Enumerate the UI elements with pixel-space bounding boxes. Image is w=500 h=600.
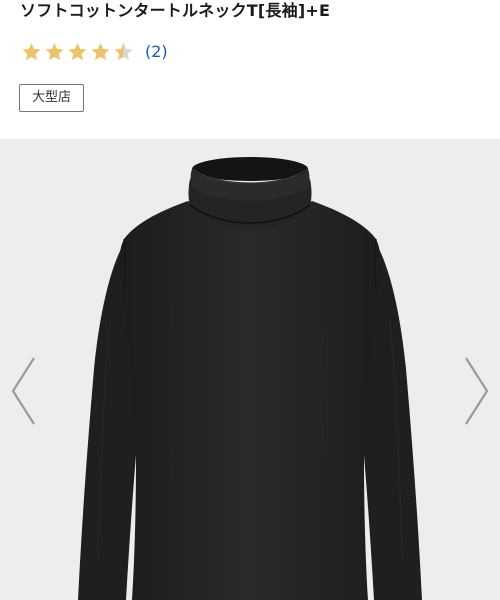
star-icon <box>91 43 110 61</box>
star-icon <box>45 43 64 61</box>
product-image-gallery <box>0 139 500 600</box>
star-icon <box>68 43 87 61</box>
chevron-left-icon <box>11 357 35 425</box>
rating-stars <box>20 41 135 63</box>
rating-row: (2) <box>20 38 168 66</box>
product-image <box>78 157 422 600</box>
star-icon <box>22 43 41 61</box>
store-badge: 大型店 <box>19 84 85 112</box>
star-icon <box>114 43 133 61</box>
product-title: ソフトコットンタートルネックT[長袖]+E <box>20 1 331 20</box>
next-image-button[interactable] <box>460 353 494 429</box>
chevron-right-icon <box>465 357 489 425</box>
previous-image-button[interactable] <box>6 353 40 429</box>
review-count-link[interactable]: (2) <box>145 41 168 63</box>
